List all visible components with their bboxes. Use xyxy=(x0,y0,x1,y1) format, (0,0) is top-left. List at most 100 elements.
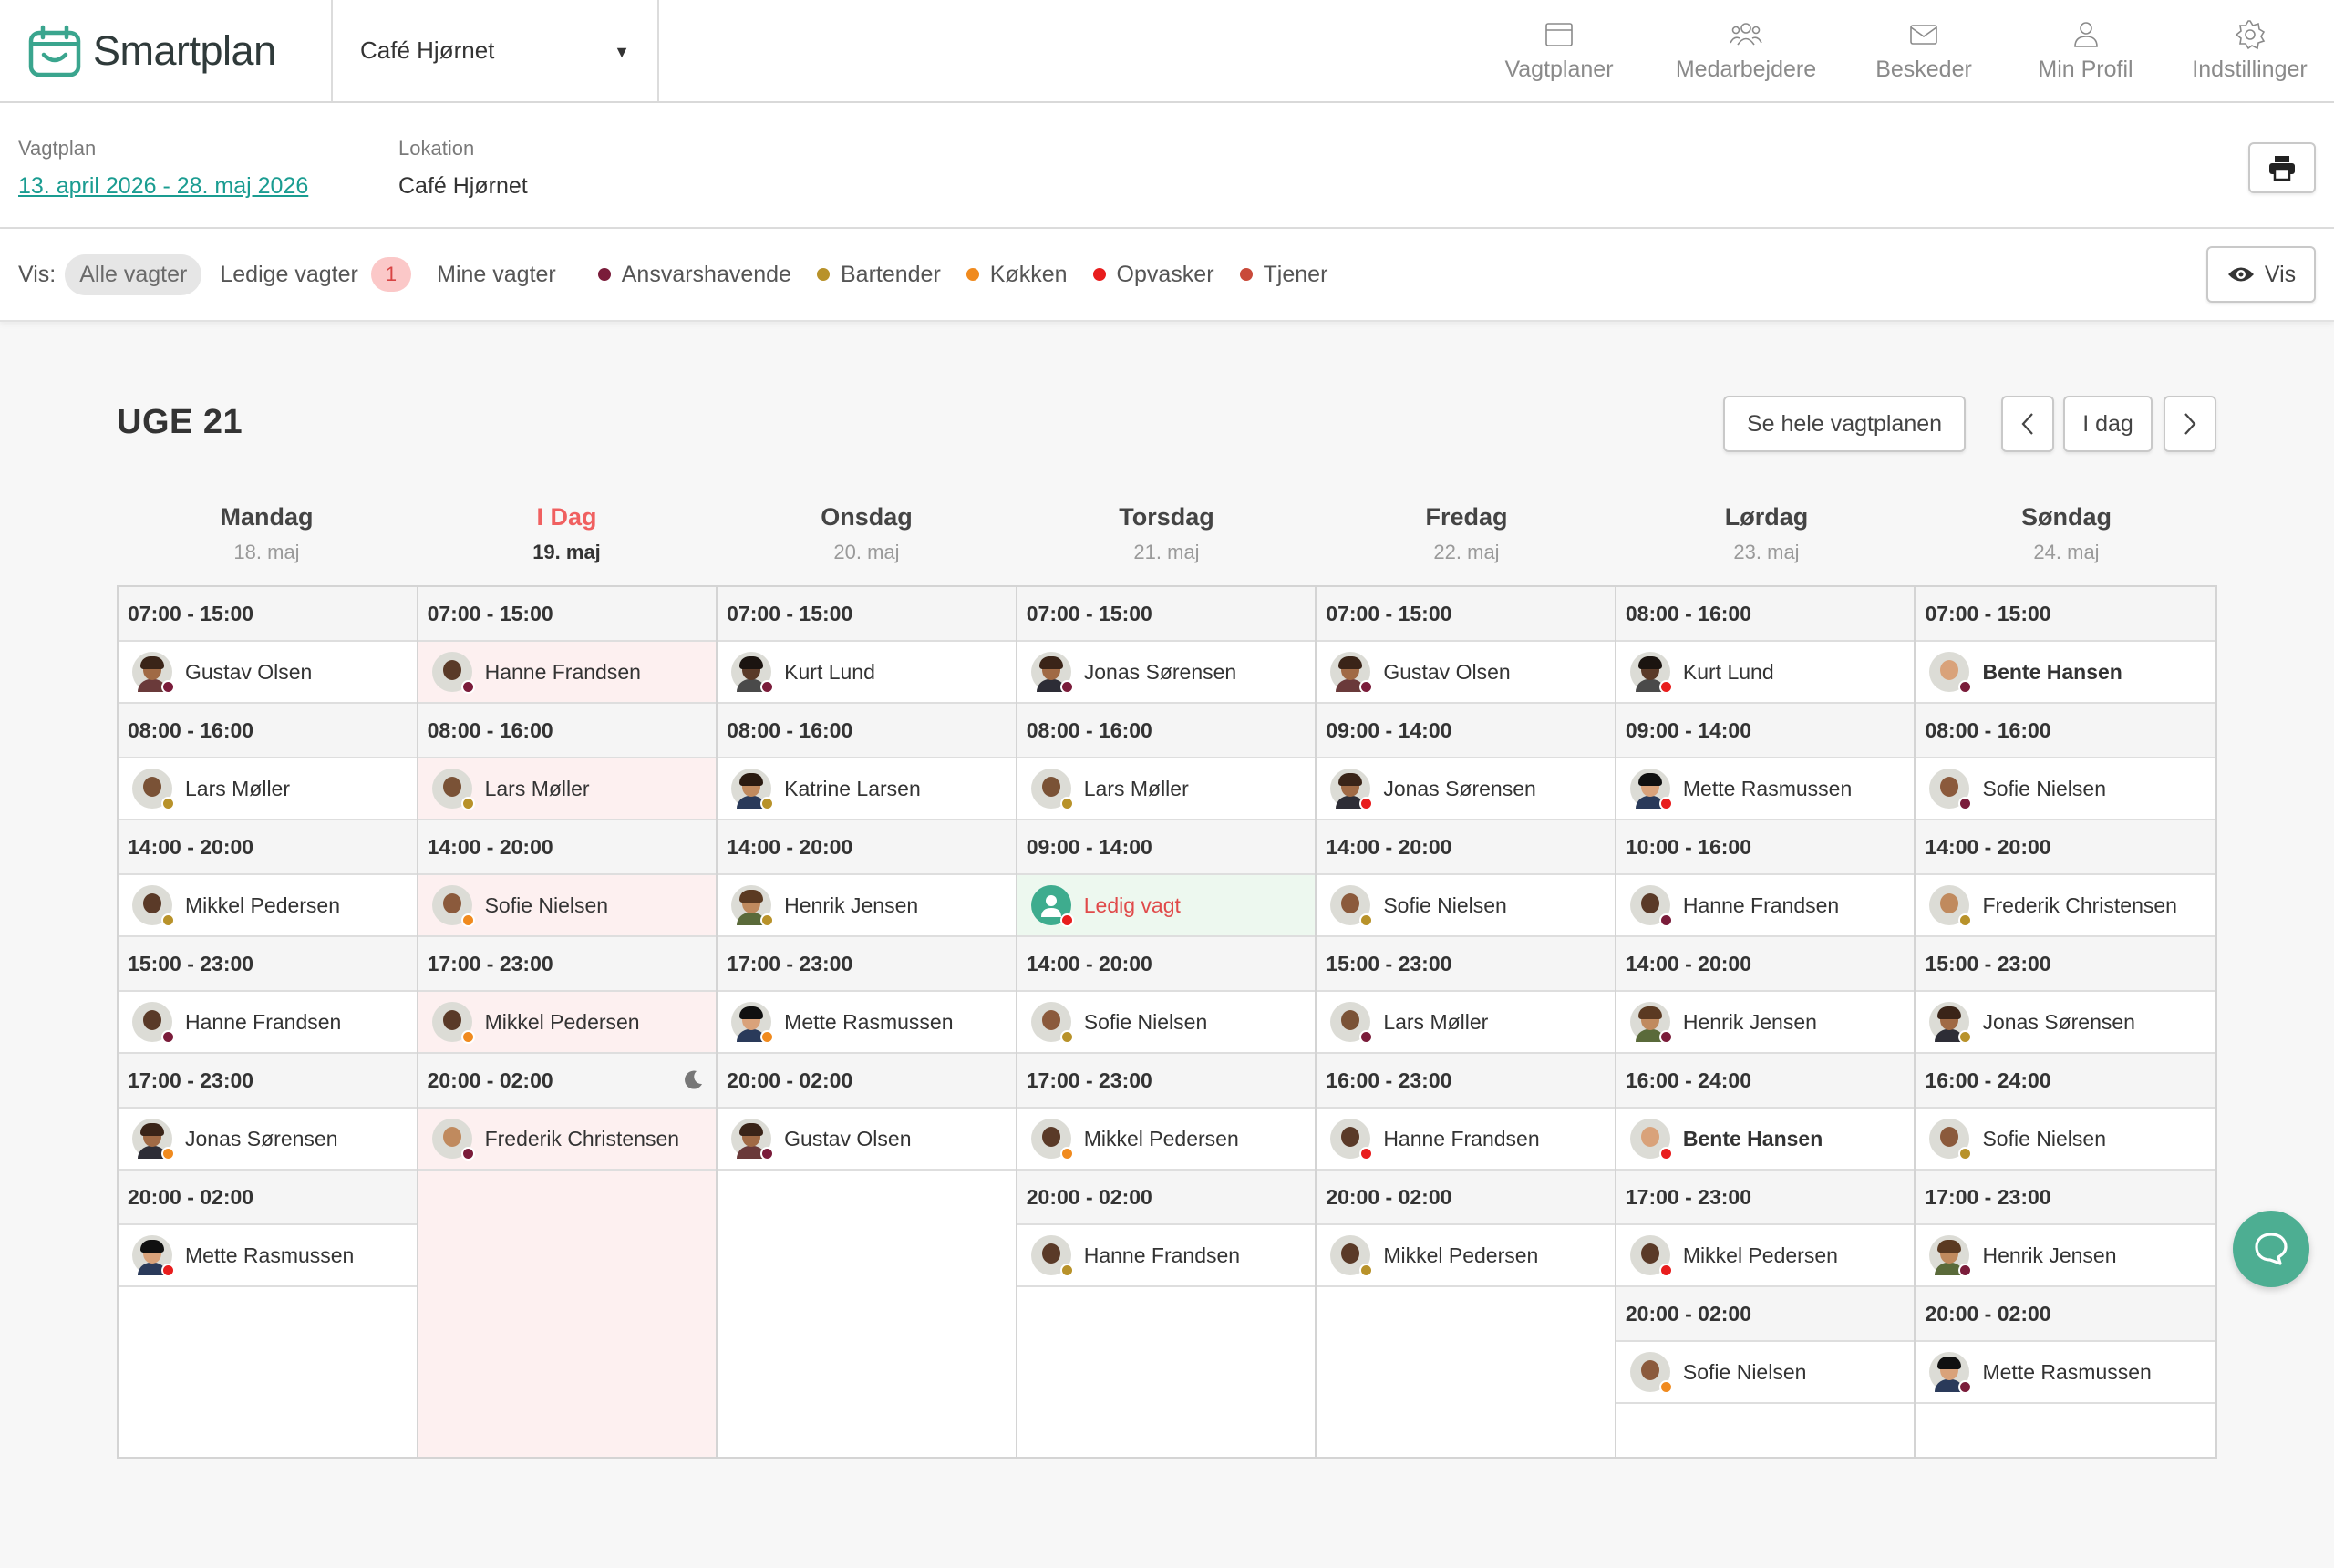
shift-employee[interactable]: Lars Møller xyxy=(119,758,417,820)
shift-employee[interactable]: Mette Rasmussen xyxy=(119,1225,417,1287)
role-dot xyxy=(1958,1264,1973,1277)
shift-time-label: 09:00 - 14:00 xyxy=(1026,834,1152,859)
role-dot xyxy=(460,797,475,810)
shift-time: 16:00 - 23:00 xyxy=(1317,1054,1615,1109)
shift-employee[interactable]: Kurt Lund xyxy=(1616,642,1915,704)
shift-employee[interactable]: Mette Rasmussen xyxy=(718,992,1016,1054)
next-week-button[interactable] xyxy=(2164,396,2216,452)
shift-employee[interactable]: Henrik Jensen xyxy=(1616,992,1915,1054)
shift-employee[interactable]: Hanne Frandsen xyxy=(1317,1109,1615,1171)
shift-time: 17:00 - 23:00 xyxy=(1616,1171,1915,1225)
shift-employee[interactable]: Bente Hansen xyxy=(1616,1109,1915,1171)
shift-employee[interactable]: Jonas Sørensen xyxy=(1017,642,1316,704)
shift-employee[interactable]: Jonas Sørensen xyxy=(1317,758,1615,820)
role-dot xyxy=(1658,1380,1673,1394)
location-dropdown-value: Café Hjørnet xyxy=(360,36,495,64)
filter-my-shifts[interactable]: Mine vagter xyxy=(422,254,571,295)
shift-employee[interactable]: Sofie Nielsen xyxy=(1916,758,2216,820)
shift-employee[interactable]: Frederik Christensen xyxy=(1916,875,2216,937)
print-button[interactable] xyxy=(2248,142,2316,193)
shift-time-label: 14:00 - 20:00 xyxy=(1925,834,2051,859)
shift-time: 17:00 - 23:00 xyxy=(418,937,717,992)
shift-employee[interactable]: Mette Rasmussen xyxy=(1916,1342,2216,1404)
avatar xyxy=(1030,652,1074,694)
shift-employee[interactable]: Lars Møller xyxy=(418,758,717,820)
shift-time: 07:00 - 15:00 xyxy=(1916,587,2216,642)
shift-time: 07:00 - 15:00 xyxy=(1017,587,1316,642)
day-name: Fredag xyxy=(1425,503,1508,531)
nav-item-beskeder[interactable]: Beskeder xyxy=(1842,0,2006,101)
employee-name: Gustav Olsen xyxy=(784,1126,912,1150)
shift-time: 17:00 - 23:00 xyxy=(718,937,1016,992)
shift-time: 09:00 - 14:00 xyxy=(1616,704,1915,758)
filter-all-shifts[interactable]: Alle vagter xyxy=(65,253,202,295)
shift-employee[interactable]: Jonas Sørensen xyxy=(119,1109,417,1171)
shift-employee[interactable]: Sofie Nielsen xyxy=(1317,875,1615,937)
shift-employee[interactable]: Mette Rasmussen xyxy=(1616,758,1915,820)
shift-employee[interactable]: Mikkel Pedersen xyxy=(1317,1225,1615,1287)
shift-employee[interactable]: Sofie Nielsen xyxy=(418,875,717,937)
role-dot xyxy=(1092,268,1106,281)
employee-name: Mette Rasmussen xyxy=(185,1243,355,1267)
employee-name: Bente Hansen xyxy=(1982,659,2122,684)
role-dot xyxy=(1059,1147,1074,1161)
app-logo[interactable]: Smartplan xyxy=(0,0,333,101)
shift-employee[interactable]: Frederik Christensen xyxy=(418,1109,717,1171)
shift-employee[interactable]: Sofie Nielsen xyxy=(1616,1342,1915,1404)
free-shift-slot[interactable]: Ledig vagt xyxy=(1017,875,1316,937)
role-legend-label: Opvasker xyxy=(1116,261,1214,287)
day-header: I Dag 19. maj xyxy=(417,503,717,564)
shift-time: 15:00 - 23:00 xyxy=(1916,937,2216,992)
today-button[interactable]: I dag xyxy=(2063,396,2153,452)
avatar xyxy=(1929,1235,1973,1277)
shift-employee[interactable]: Gustav Olsen xyxy=(119,642,417,704)
shift-time: 08:00 - 16:00 xyxy=(119,704,417,758)
role-dot xyxy=(1658,1030,1673,1044)
shift-employee[interactable]: Mikkel Pedersen xyxy=(1616,1225,1915,1287)
shift-employee[interactable]: Henrik Jensen xyxy=(718,875,1016,937)
vis-button[interactable]: Vis xyxy=(2206,246,2316,303)
filter-free-shifts[interactable]: Ledige vagter xyxy=(205,254,362,295)
role-dot xyxy=(816,268,830,281)
shift-employee[interactable]: Bente Hansen xyxy=(1916,642,2216,704)
shift-employee[interactable]: Katrine Larsen xyxy=(718,758,1016,820)
day-header: Onsdag 20. maj xyxy=(717,503,1017,564)
nav-item-min-profil[interactable]: Min Profil xyxy=(2006,0,2165,101)
shift-employee[interactable]: Lars Møller xyxy=(1017,758,1316,820)
nav-item-indstillinger[interactable]: Indstillinger xyxy=(2165,0,2334,101)
week-title: UGE 21 xyxy=(117,403,243,441)
shift-employee[interactable]: Kurt Lund xyxy=(718,642,1016,704)
shift-employee[interactable]: Gustav Olsen xyxy=(1317,642,1615,704)
employee-name: Lars Møller xyxy=(1083,776,1189,800)
role-dot xyxy=(1359,913,1374,927)
day-date: 24. maj xyxy=(2033,541,2100,563)
see-full-schedule-button[interactable]: Se hele vagtplanen xyxy=(1723,396,1966,452)
avatar xyxy=(1929,652,1973,694)
shift-employee[interactable]: Mikkel Pedersen xyxy=(119,875,417,937)
avatar xyxy=(1629,1002,1673,1044)
shift-employee[interactable]: Mikkel Pedersen xyxy=(418,992,717,1054)
support-chat-button[interactable] xyxy=(2233,1211,2309,1287)
role-dot xyxy=(1359,797,1374,810)
prev-week-button[interactable] xyxy=(2001,396,2054,452)
nav-item-medarbejdere[interactable]: Medarbejdere xyxy=(1650,0,1842,101)
day-column: 08:00 - 16:00 Kurt Lund 09:00 - 14:00 Met… xyxy=(1616,587,1916,1457)
shift-employee[interactable]: Hanne Frandsen xyxy=(119,992,417,1054)
shift-employee[interactable]: Gustav Olsen xyxy=(718,1109,1016,1171)
user-icon xyxy=(2073,22,2098,47)
shift-time: 14:00 - 20:00 xyxy=(1616,937,1915,992)
shift-employee[interactable]: Jonas Sørensen xyxy=(1916,992,2216,1054)
shift-employee[interactable]: Hanne Frandsen xyxy=(1616,875,1915,937)
plan-period-link[interactable]: 13. april 2026 - 28. maj 2026 xyxy=(18,173,308,200)
shift-employee[interactable]: Mikkel Pedersen xyxy=(1017,1109,1316,1171)
shift-employee[interactable]: Hanne Frandsen xyxy=(418,642,717,704)
nav-item-vagtplaner[interactable]: Vagtplaner xyxy=(1468,0,1650,101)
role-dot xyxy=(760,913,775,927)
shift-employee[interactable]: Sofie Nielsen xyxy=(1017,992,1316,1054)
shift-employee[interactable]: Sofie Nielsen xyxy=(1916,1109,2216,1171)
shift-employee[interactable]: Hanne Frandsen xyxy=(1017,1225,1316,1287)
shift-employee[interactable]: Lars Møller xyxy=(1317,992,1615,1054)
role-dot xyxy=(1958,1147,1973,1161)
shift-employee[interactable]: Henrik Jensen xyxy=(1916,1225,2216,1287)
location-dropdown[interactable]: Café Hjørnet ▼ xyxy=(333,0,659,101)
